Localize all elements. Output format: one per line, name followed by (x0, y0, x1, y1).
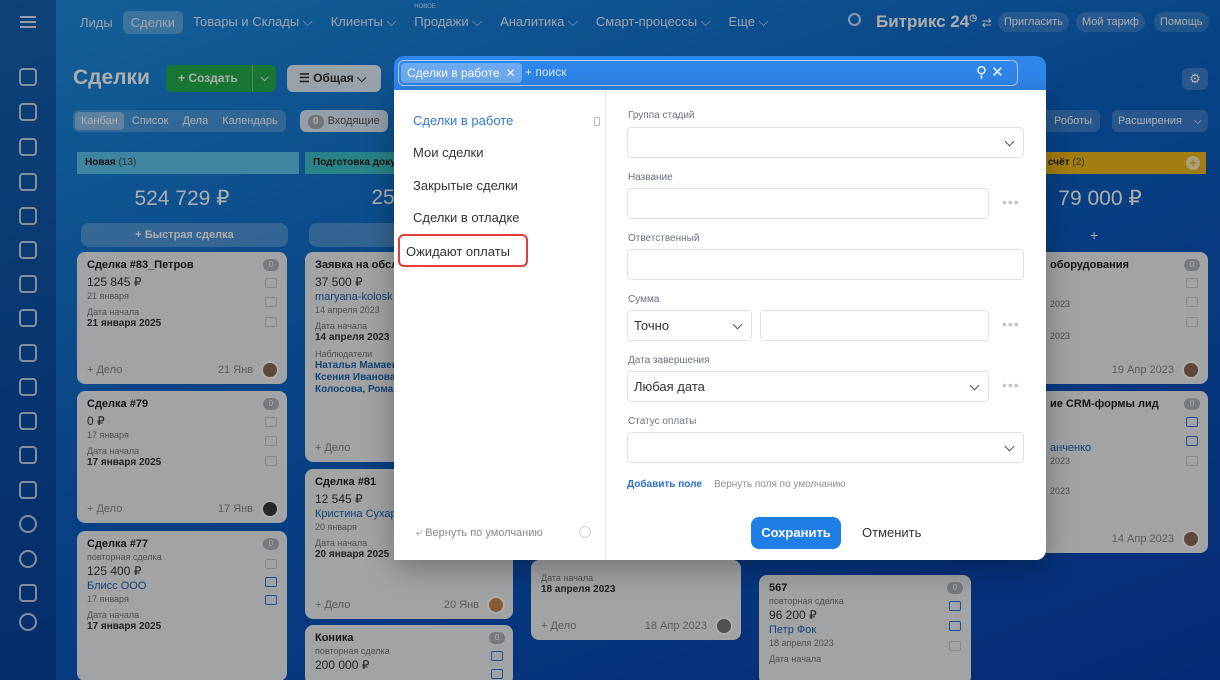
more-icon[interactable]: ••• (1002, 194, 1020, 210)
search-placeholder[interactable]: + поиск (525, 65, 566, 79)
sum-type-select[interactable]: Точно (627, 310, 752, 341)
preset-item[interactable]: Мои сделки (413, 145, 484, 160)
reset-presets-label: Вернуть по умолчанию (425, 527, 543, 539)
clear-icon[interactable]: ✕ (991, 64, 1004, 81)
title-field[interactable] (627, 188, 989, 219)
new-preset-field[interactable] (398, 234, 528, 267)
field-label: Название (628, 172, 673, 183)
preset-item[interactable]: Сделки в отладке (413, 210, 520, 225)
chevron-down-icon (732, 319, 743, 330)
gear-icon[interactable] (579, 526, 591, 538)
preset-item[interactable]: Закрытые сделки (413, 178, 518, 193)
reset-presets-button[interactable]: ⤶ Вернуть по умолчанию (416, 527, 543, 540)
preset-item[interactable]: Сделки в работе (413, 113, 513, 128)
sum-input[interactable] (760, 310, 989, 341)
chevron-down-icon (1004, 441, 1015, 452)
more-icon[interactable]: ••• (1002, 377, 1020, 393)
close-date-select[interactable]: Любая дата (627, 371, 989, 402)
preset-list: Сделки в работе Мои сделки Закрытые сдел… (394, 90, 606, 560)
field-label: Дата завершения (628, 355, 710, 366)
stage-group-select[interactable] (627, 127, 1024, 158)
pin-icon[interactable] (594, 117, 600, 126)
restore-fields-link[interactable]: Вернуть поля по умолчанию (714, 479, 846, 490)
search-icon[interactable]: ⚲ (976, 64, 987, 81)
field-label: Статус оплаты (628, 416, 697, 427)
payment-status-select[interactable] (627, 432, 1024, 463)
more-icon[interactable]: ••• (1002, 316, 1020, 332)
close-icon[interactable]: ✕ (506, 66, 516, 80)
filter-popup: Сделки в работе Мои сделки Закрытые сдел… (394, 90, 1046, 560)
chevron-down-icon (1004, 136, 1015, 147)
field-value: Любая дата (634, 379, 705, 394)
save-button[interactable]: Сохранить (751, 517, 841, 549)
cancel-button[interactable]: Отменить (862, 517, 921, 549)
field-label: Ответственный (628, 233, 700, 244)
field-value: Точно (634, 318, 670, 333)
add-field-link[interactable]: Добавить поле (627, 479, 702, 490)
chevron-down-icon (969, 380, 980, 391)
field-label: Группа стадий (628, 110, 695, 121)
responsible-field[interactable] (627, 249, 1024, 280)
filter-chip[interactable]: Сделки в работе ✕ (401, 63, 522, 83)
filter-chip-label: Сделки в работе (407, 66, 500, 80)
new-preset-input[interactable] (406, 241, 518, 261)
field-label: Сумма (628, 294, 660, 305)
search-actions: ⚲ ✕ (976, 63, 1004, 81)
